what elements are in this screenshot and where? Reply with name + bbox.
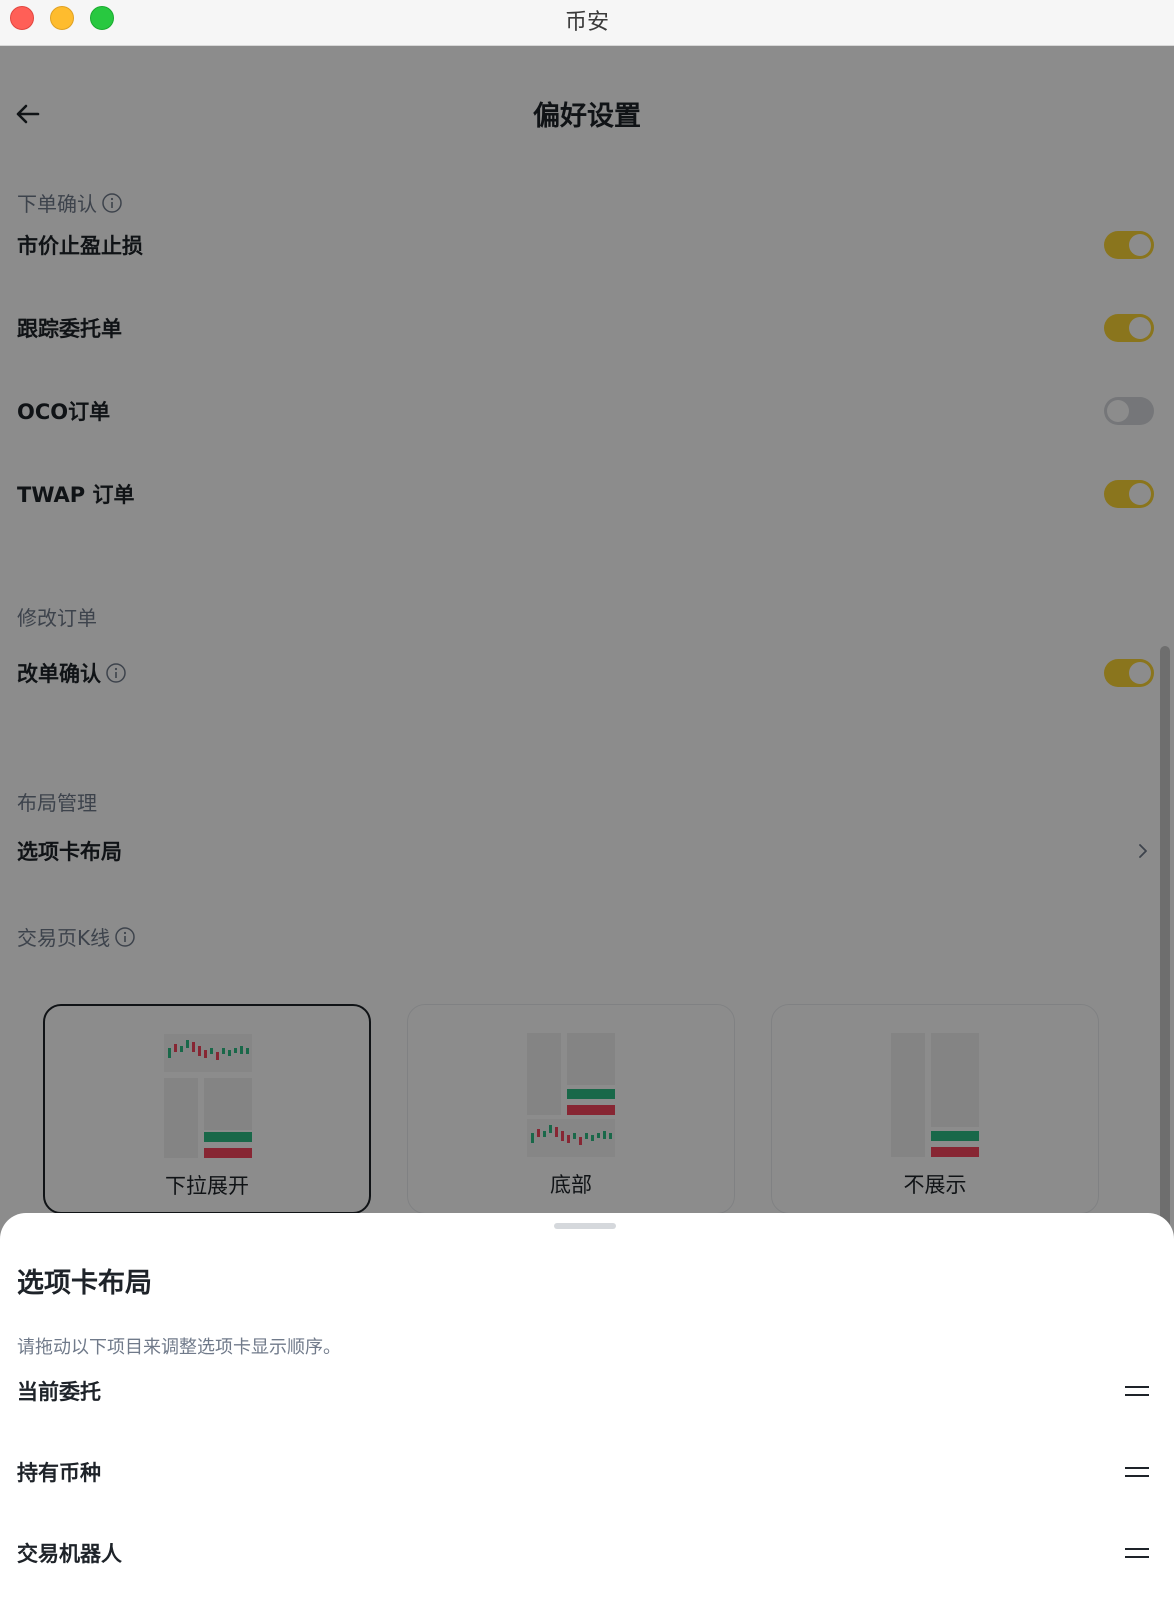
tab-item-label: 当前委托 [17, 1380, 101, 1404]
drag-handle-icon[interactable] [1124, 1463, 1150, 1481]
window-titlebar: 币安 [0, 0, 1174, 46]
draggable-tab-item[interactable]: 当前委托 [0, 1363, 1174, 1419]
window-title: 币安 [564, 10, 609, 35]
tab-item-label: 持有币种 [17, 1461, 101, 1485]
tab-item-label: 交易机器人 [17, 1542, 122, 1566]
drag-handle-icon[interactable] [1124, 1544, 1150, 1562]
sheet-title: 选项卡布局 [17, 1268, 152, 1299]
draggable-tab-item[interactable]: 交易机器人 [0, 1525, 1174, 1581]
sheet-description: 请拖动以下项目来调整选项卡显示顺序。 [17, 1337, 341, 1358]
drag-handle-icon[interactable] [1124, 1382, 1150, 1400]
tab-layout-sheet: 选项卡布局 请拖动以下项目来调整选项卡显示顺序。 当前委托 持有币种 交易机器人 [0, 1213, 1174, 1612]
draggable-tab-item[interactable]: 持有币种 [0, 1444, 1174, 1500]
app-window: 币安 偏好设置 下单确认 市价止盈止损 跟踪委托单 OCO订单 TWAP 订单 … [0, 0, 1174, 1612]
sheet-grabber[interactable] [554, 1223, 616, 1229]
